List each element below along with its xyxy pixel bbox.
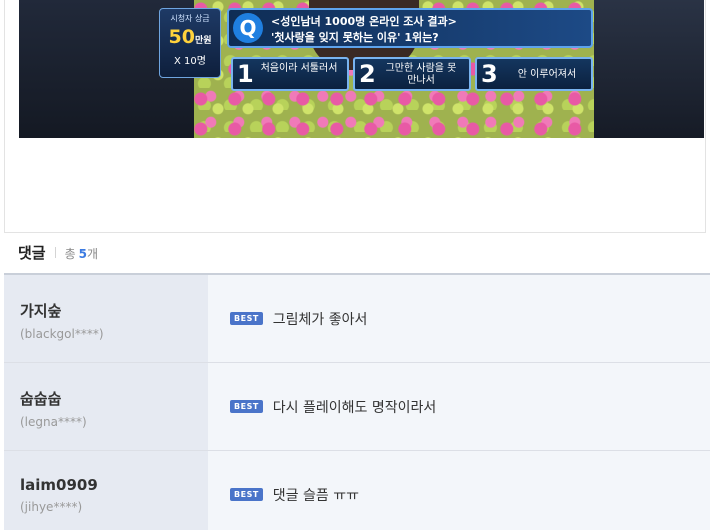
post-content: 시청자 상금 50만원 X 10명 Q <성인남녀 1000명 온라인 조사 결… xyxy=(4,0,706,233)
author-id: (legna****) xyxy=(20,415,87,429)
prize-amount: 50만원 xyxy=(168,26,212,48)
comment-author: 가지숲 (blackgol****) xyxy=(4,275,208,362)
comments-header: 댓글 총 5 개 xyxy=(18,242,98,262)
question-mark-icon: Q xyxy=(233,13,263,43)
comment-row: 숩숩숩 (legna****) BEST 다시 플레이해도 명작이라서 xyxy=(4,363,710,451)
answer-option-1: 1 처음이라 서툴러서 xyxy=(231,57,349,91)
comment-body: BEST 다시 플레이해도 명작이라서 xyxy=(208,363,710,450)
comments-total-count: 5 xyxy=(78,247,88,261)
comment-text: 다시 플레이해도 명작이라서 xyxy=(272,399,437,416)
author-name[interactable]: 숩숩숩 xyxy=(20,388,208,409)
answer-number: 2 xyxy=(359,60,376,88)
answer-option-2: 2 그만한 사람을 못 만나서 xyxy=(353,57,471,91)
author-id: (jihye****) xyxy=(20,500,83,514)
answer-number: 3 xyxy=(481,60,498,88)
quiz-question-panel: Q <성인남녀 1000명 온라인 조사 결과> '첫사랑을 잊지 못하는 이유… xyxy=(227,8,593,48)
comments-total-label: 총 xyxy=(64,247,76,261)
comment-text: 그림체가 좋아서 xyxy=(272,311,368,328)
prize-count: X 10명 xyxy=(174,56,206,67)
author-name[interactable]: laim0909 xyxy=(20,476,208,494)
comment-body: BEST 그림체가 좋아서 xyxy=(208,275,710,362)
comment-list: 가지숲 (blackgol****) BEST 그림체가 좋아서 숩숩숩 (le… xyxy=(4,273,710,530)
comment-row: 가지숲 (blackgol****) BEST 그림체가 좋아서 xyxy=(4,275,710,363)
comment-row: laim0909 (jihye****) BEST 댓글 슬픔 ㅠㅠ xyxy=(4,451,710,530)
best-badge: BEST xyxy=(230,400,263,413)
answer-option-3: 3 안 이루어져서 xyxy=(475,57,593,91)
answer-number: 1 xyxy=(237,60,254,88)
author-id: (blackgol****) xyxy=(20,327,104,341)
answer-text: 안 이루어져서 xyxy=(517,69,577,80)
comments-title: 댓글 xyxy=(18,244,46,262)
question-line-2: '첫사랑을 잊지 못하는 이유' 1위는? xyxy=(271,31,439,44)
answer-text: 그만한 사람을 못 만나서 xyxy=(385,63,457,86)
author-name[interactable]: 가지숲 xyxy=(20,300,208,321)
prize-title: 시청자 상금 xyxy=(170,14,210,23)
best-badge: BEST xyxy=(230,488,263,501)
tv-screenshot-image: 시청자 상금 50만원 X 10명 Q <성인남녀 1000명 온라인 조사 결… xyxy=(19,0,704,138)
answer-text: 처음이라 서툴러서 xyxy=(260,63,338,74)
comments-total-unit: 개 xyxy=(87,247,99,261)
divider xyxy=(54,247,56,258)
comment-author: 숩숩숩 (legna****) xyxy=(4,363,208,450)
question-line-1: <성인남녀 1000명 온라인 조사 결과> xyxy=(271,15,457,28)
comment-author: laim0909 (jihye****) xyxy=(4,451,208,530)
comment-body: BEST 댓글 슬픔 ㅠㅠ xyxy=(208,451,710,530)
prize-panel: 시청자 상금 50만원 X 10명 xyxy=(159,8,221,78)
comment-text: 댓글 슬픔 ㅠㅠ xyxy=(272,487,359,504)
best-badge: BEST xyxy=(230,312,263,325)
